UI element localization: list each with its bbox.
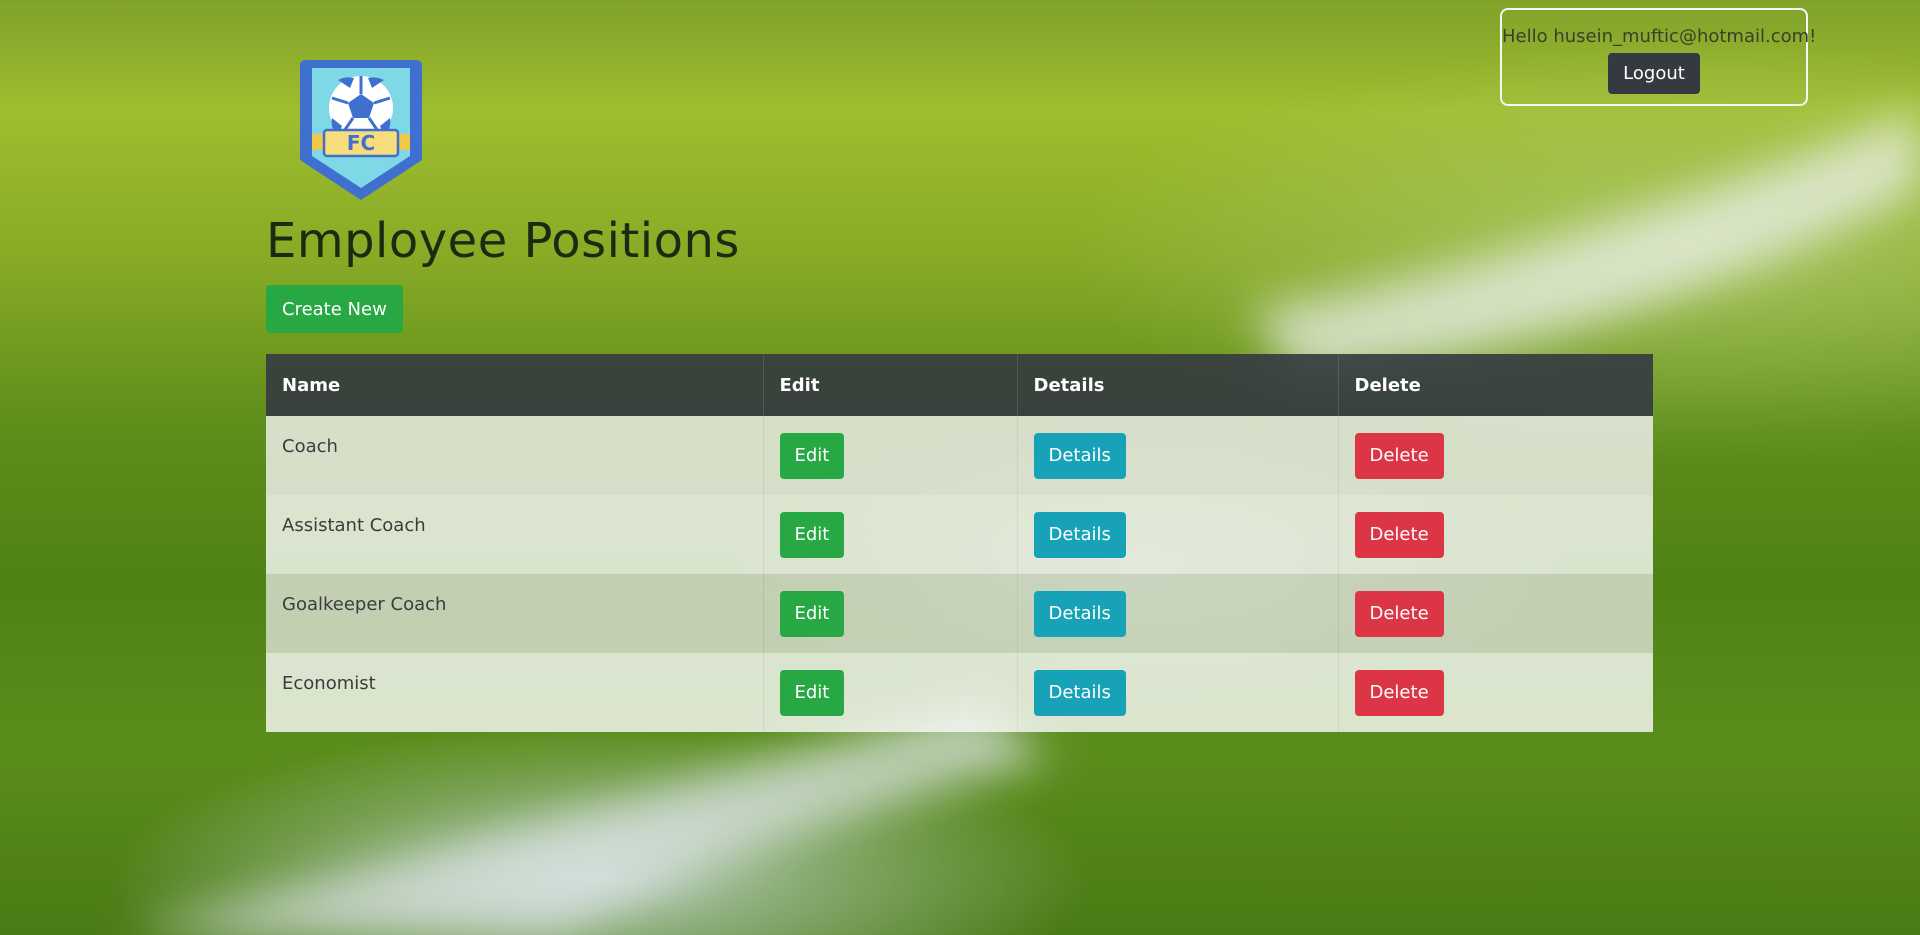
edit-cell: Edit [763, 416, 1018, 495]
edit-button[interactable]: Edit [779, 590, 845, 637]
position-name: Coach [266, 416, 764, 495]
delete-button[interactable]: Delete [1354, 511, 1444, 558]
edit-button[interactable]: Edit [779, 432, 845, 479]
position-name: Assistant Coach [266, 495, 764, 574]
table-header-row: Name Edit Details Delete [266, 354, 1653, 416]
logout-button[interactable]: Logout [1608, 53, 1700, 94]
details-button[interactable]: Details [1033, 511, 1126, 558]
edit-button[interactable]: Edit [779, 511, 845, 558]
create-new-button[interactable]: Create New [266, 285, 403, 333]
table-row: Goalkeeper Coach Edit Details Delete [266, 574, 1653, 653]
delete-button[interactable]: Delete [1354, 590, 1444, 637]
table-row: Economist Edit Details Delete [266, 653, 1653, 732]
details-cell: Details [1017, 416, 1339, 495]
delete-cell: Delete [1338, 574, 1653, 653]
edit-cell: Edit [763, 574, 1018, 653]
user-panel: Hello husein_muftic@hotmail.com! Logout [1500, 8, 1817, 106]
user-greeting: Hello husein_muftic@hotmail.com! [1502, 26, 1817, 47]
edit-cell: Edit [763, 653, 1018, 732]
delete-cell: Delete [1338, 653, 1653, 732]
page-title: Employee Positions [266, 213, 740, 269]
details-button[interactable]: Details [1033, 669, 1126, 716]
logo-text: FC [347, 131, 375, 155]
delete-cell: Delete [1338, 495, 1653, 574]
table-row: Coach Edit Details Delete [266, 416, 1653, 495]
soccer-ball-shield-icon[interactable]: FC [298, 56, 424, 204]
column-header-name: Name [266, 354, 764, 416]
position-name: Economist [266, 653, 764, 732]
position-name: Goalkeeper Coach [266, 574, 764, 653]
column-header-details: Details [1017, 354, 1339, 416]
delete-cell: Delete [1338, 416, 1653, 495]
table-row: Assistant Coach Edit Details Delete [266, 495, 1653, 574]
delete-button[interactable]: Delete [1354, 432, 1444, 479]
edit-button[interactable]: Edit [779, 669, 845, 716]
column-header-edit: Edit [763, 354, 1018, 416]
positions-table: Name Edit Details Delete Coach Edit Deta… [266, 354, 1653, 732]
details-cell: Details [1017, 495, 1339, 574]
edit-cell: Edit [763, 495, 1018, 574]
details-cell: Details [1017, 653, 1339, 732]
details-button[interactable]: Details [1033, 432, 1126, 479]
column-header-delete: Delete [1338, 354, 1653, 416]
delete-button[interactable]: Delete [1354, 669, 1444, 716]
details-button[interactable]: Details [1033, 590, 1126, 637]
details-cell: Details [1017, 574, 1339, 653]
